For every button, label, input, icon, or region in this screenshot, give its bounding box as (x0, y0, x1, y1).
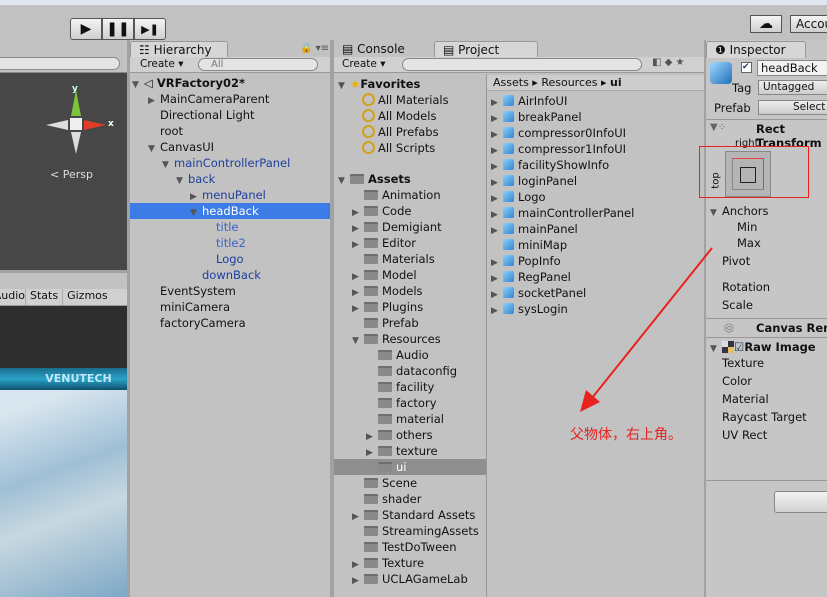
annotation-text: 父物体，右上角。 (570, 427, 682, 443)
annotation-arrow (580, 247, 713, 412)
